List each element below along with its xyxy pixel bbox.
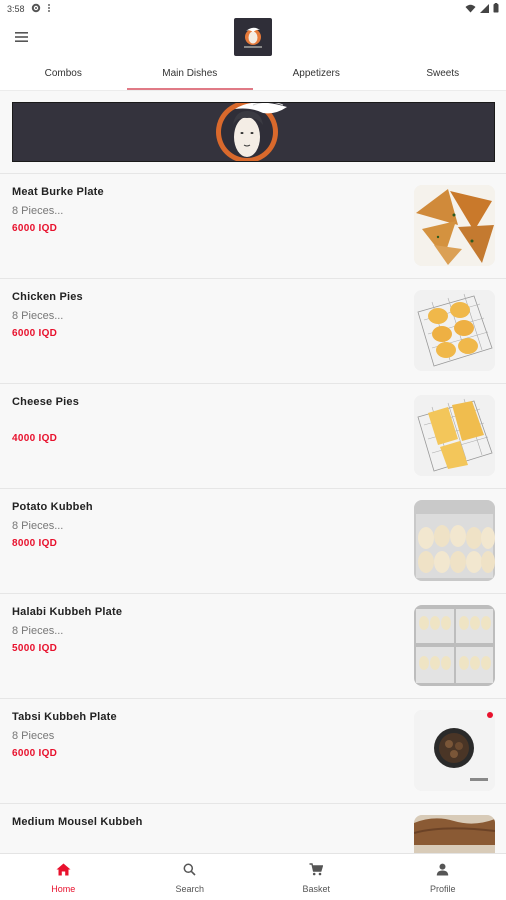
menu-list: Meat Burke Plate 8 Pieces... 6000 IQD Ch bbox=[0, 174, 506, 853]
mousel-kubbeh-image bbox=[414, 815, 495, 853]
tabsi-kubbeh-image bbox=[414, 710, 495, 791]
item-price: 5000 IQD bbox=[12, 643, 58, 654]
tab-main-dishes[interactable]: Main Dishes bbox=[126, 62, 254, 90]
item-description: 8 Pieces... bbox=[12, 520, 64, 532]
nav-profile[interactable]: Profile bbox=[380, 854, 506, 900]
item-description: 8 Pieces bbox=[12, 730, 55, 742]
cart-icon bbox=[309, 863, 324, 881]
item-name: Potato Kubbeh bbox=[12, 501, 93, 513]
tab-sweets[interactable]: Sweets bbox=[380, 62, 506, 90]
restaurant-banner bbox=[12, 102, 495, 162]
menu-item-tabsi-kubbeh-plate[interactable]: Tabsi Kubbeh Plate 8 Pieces 6000 IQD bbox=[0, 699, 506, 804]
menu-item-chicken-pies[interactable]: Chicken Pies 8 Pieces... 6000 IQD bbox=[0, 279, 506, 384]
signal-icon bbox=[480, 3, 489, 15]
nav-search-label: Search bbox=[175, 884, 205, 894]
potato-kubbeh-image bbox=[414, 500, 495, 581]
menu-content[interactable]: Meat Burke Plate 8 Pieces... 6000 IQD Ch bbox=[0, 91, 506, 853]
settings-gear-icon bbox=[31, 3, 41, 15]
app-logo bbox=[234, 18, 272, 56]
menu-item-medium-mousel-kubbeh[interactable]: Medium Mousel Kubbeh bbox=[0, 804, 506, 853]
fried-pastries-image bbox=[414, 185, 495, 266]
nav-basket[interactable]: Basket bbox=[253, 854, 380, 900]
battery-icon bbox=[493, 3, 499, 15]
wifi-icon bbox=[465, 4, 476, 15]
item-price: 6000 IQD bbox=[12, 223, 58, 234]
item-description: 8 Pieces... bbox=[12, 625, 64, 637]
nav-search[interactable]: Search bbox=[127, 854, 254, 900]
tab-combos[interactable]: Combos bbox=[0, 62, 127, 90]
item-price: 8000 IQD bbox=[12, 538, 58, 549]
nav-profile-label: Profile bbox=[429, 884, 456, 894]
menu-item-meat-burke-plate[interactable]: Meat Burke Plate 8 Pieces... 6000 IQD bbox=[0, 174, 506, 279]
halabi-kubbeh-image bbox=[414, 605, 495, 686]
menu-hamburger-icon[interactable] bbox=[14, 30, 30, 44]
item-name: Cheese Pies bbox=[12, 396, 80, 408]
cheese-pies-image bbox=[414, 395, 495, 476]
item-description: 8 Pieces... bbox=[12, 205, 64, 217]
item-name: Tabsi Kubbeh Plate bbox=[12, 711, 117, 723]
nav-home[interactable]: Home bbox=[0, 854, 127, 900]
search-icon bbox=[183, 863, 196, 881]
item-price: 6000 IQD bbox=[12, 328, 58, 339]
bottom-navigation: Home Search Basket Profile bbox=[0, 853, 506, 900]
item-name: Meat Burke Plate bbox=[12, 186, 104, 198]
nav-basket-label: Basket bbox=[302, 884, 330, 894]
category-tabs: Combos Main Dishes Appetizers Sweets bbox=[0, 62, 506, 90]
more-dots-icon bbox=[47, 3, 51, 15]
menu-item-cheese-pies[interactable]: Cheese Pies 4000 IQD bbox=[0, 384, 506, 489]
item-name: Chicken Pies bbox=[12, 291, 83, 303]
home-icon bbox=[56, 863, 71, 881]
item-name: Halabi Kubbeh Plate bbox=[12, 606, 123, 618]
item-price: 6000 IQD bbox=[12, 748, 58, 759]
menu-item-potato-kubbeh[interactable]: Potato Kubbeh 8 Pieces... 8000 IQD bbox=[0, 489, 506, 594]
status-bar: 3:58 bbox=[0, 0, 506, 18]
tab-appetizers[interactable]: Appetizers bbox=[253, 62, 380, 90]
nav-home-label: Home bbox=[51, 884, 76, 894]
chicken-pies-image bbox=[414, 290, 495, 371]
app-header bbox=[0, 18, 506, 58]
status-time: 3:58 bbox=[7, 4, 25, 14]
item-description: 8 Pieces... bbox=[12, 310, 64, 322]
person-icon bbox=[436, 863, 449, 881]
item-name: Medium Mousel Kubbeh bbox=[12, 816, 143, 828]
menu-item-halabi-kubbeh-plate[interactable]: Halabi Kubbeh Plate 8 Pieces... 5000 IQD bbox=[0, 594, 506, 699]
item-price: 4000 IQD bbox=[12, 433, 58, 444]
